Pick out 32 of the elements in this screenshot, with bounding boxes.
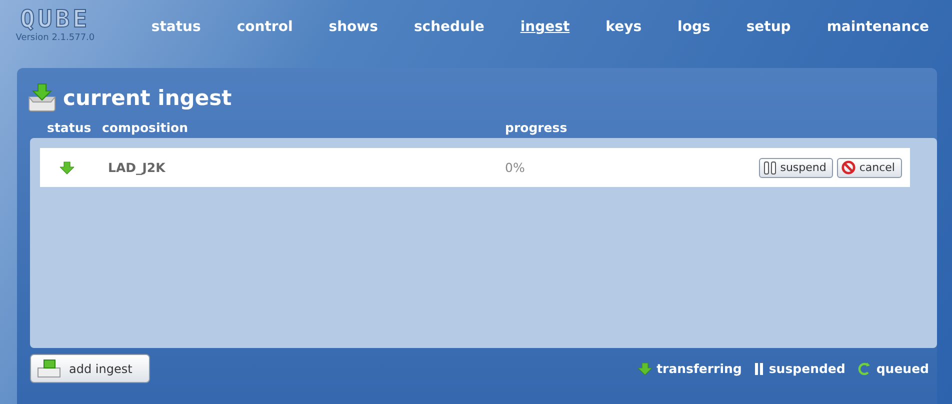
nav-tab[interactable]: schedule: [400, 19, 498, 35]
refresh-icon: [857, 362, 872, 376]
down-arrow-icon: [638, 362, 652, 376]
add-ingest-button[interactable]: add ingest: [30, 354, 150, 383]
cancel-button[interactable]: cancel: [837, 158, 902, 178]
legend-label: suspended: [768, 361, 846, 376]
nav-tab[interactable]: maintenance: [814, 19, 942, 35]
version-label: Version 2.1.577.0: [16, 33, 95, 43]
logo: QUBE: [20, 6, 90, 32]
inbox-download-icon: [27, 83, 57, 113]
nav-tab[interactable]: shows: [316, 19, 391, 35]
table-cell-text: LAD_J2K: [108, 160, 166, 175]
nav-tab[interactable]: ingest: [507, 19, 583, 35]
pause-icon: [763, 160, 778, 174]
column-header: composition: [102, 120, 190, 137]
nav-tab[interactable]: status: [138, 19, 214, 35]
down-arrow-icon: [60, 160, 74, 174]
nav-tab[interactable]: logs: [664, 19, 724, 35]
column-header: progress: [505, 120, 568, 137]
nav-tab[interactable]: control: [224, 19, 306, 35]
legend-label: queued: [876, 361, 929, 376]
prohibited-icon: [841, 160, 856, 175]
pause-icon: [754, 362, 764, 376]
table-cell-text: 0%: [505, 160, 526, 175]
panel-title: current ingest: [63, 86, 232, 110]
table-row[interactable]: LAD_J2K 0% suspend cancel: [40, 148, 910, 187]
nav-tab[interactable]: keys: [592, 19, 655, 35]
column-header: status: [46, 120, 92, 137]
nav-tab[interactable]: setup: [733, 19, 804, 35]
inbox-add-icon: [37, 358, 61, 378]
suspend-button[interactable]: suspend: [759, 158, 834, 178]
legend-label: transferring: [656, 361, 742, 376]
